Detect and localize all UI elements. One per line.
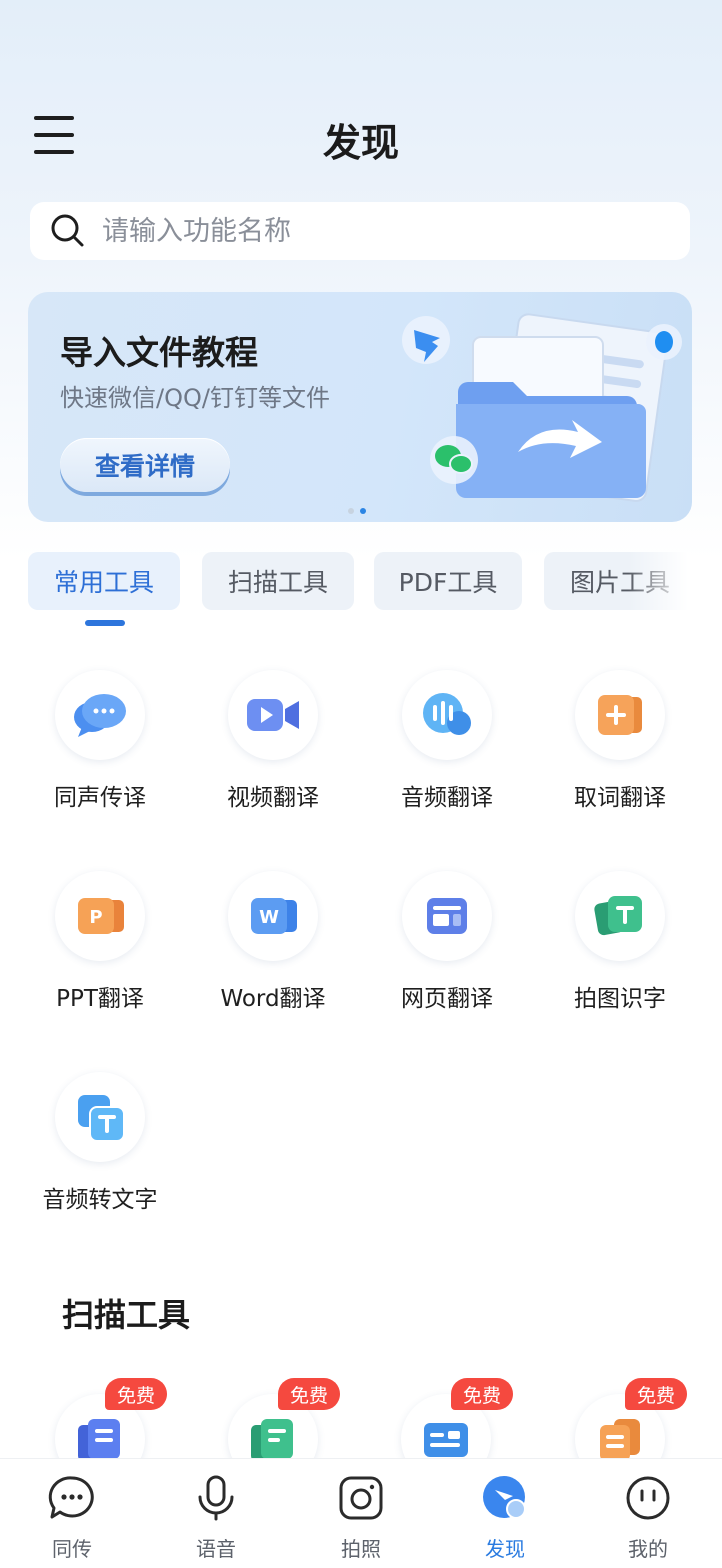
webpage-icon bbox=[427, 898, 467, 934]
tutorial-banner[interactable]: 导入文件教程 快速微信/QQ/钉钉等文件 查看详情 bbox=[28, 292, 692, 522]
header: 发现 bbox=[0, 100, 722, 176]
tool-simultaneous-interpretation[interactable]: 同声传译 bbox=[13, 670, 187, 820]
nav-item-voice[interactable]: 语音 bbox=[166, 1473, 266, 1563]
video-camera-icon bbox=[247, 699, 299, 731]
search-icon bbox=[51, 214, 84, 247]
banner-pagination bbox=[348, 508, 366, 514]
search-input[interactable] bbox=[102, 215, 642, 247]
page-title: 发现 bbox=[322, 121, 399, 165]
search-bar[interactable] bbox=[30, 202, 690, 260]
free-badge: 免费 bbox=[278, 1378, 341, 1410]
view-details-button[interactable]: 查看详情 bbox=[60, 438, 230, 492]
scan-section-title: 扫描工具 bbox=[62, 1296, 191, 1334]
tool-word-translation[interactable]: W Word翻译 bbox=[186, 871, 360, 1021]
page-dot[interactable] bbox=[348, 508, 354, 514]
nav-item-photo[interactable]: 拍照 bbox=[311, 1473, 411, 1563]
tool-label: PPT翻译 bbox=[56, 986, 144, 1012]
chat-bubbles-icon bbox=[74, 694, 126, 737]
tool-photo-text-recognition[interactable]: 拍图识字 bbox=[533, 871, 707, 1021]
tool-label: 取词翻译 bbox=[574, 785, 666, 811]
tool-label: 视频翻译 bbox=[227, 785, 319, 811]
profile-face-icon bbox=[626, 1476, 670, 1520]
tool-tabs: 常用工具 扫描工具 PDF工具 图片工具 bbox=[28, 552, 688, 632]
plus-card-icon bbox=[598, 695, 642, 735]
free-badge: 免费 bbox=[625, 1378, 688, 1410]
tool-word-pick-translation[interactable]: 取词翻译 bbox=[533, 670, 707, 820]
tabs-fade bbox=[628, 552, 688, 612]
svg-text:P: P bbox=[89, 907, 102, 928]
tool-ppt-translation[interactable]: P PPT翻译 bbox=[13, 871, 187, 1021]
svg-text:W: W bbox=[259, 907, 279, 928]
nav-label: 同传 bbox=[52, 1537, 92, 1561]
active-tab-indicator bbox=[85, 620, 125, 626]
page-dot-active[interactable] bbox=[360, 508, 366, 514]
tool-webpage-translation[interactable]: 网页翻译 bbox=[360, 871, 534, 1021]
tool-label: Word翻译 bbox=[220, 986, 326, 1012]
tool-label: 音频翻译 bbox=[401, 785, 493, 811]
nav-label: 拍照 bbox=[341, 1537, 381, 1561]
scan-tool-id-card[interactable]: 免费 bbox=[401, 1378, 521, 1484]
tool-label: 网页翻译 bbox=[401, 986, 493, 1012]
tool-label: 音频转文字 bbox=[42, 1187, 158, 1213]
nav-label: 我的 bbox=[628, 1537, 668, 1561]
audio-wave-icon bbox=[423, 693, 471, 735]
tab-scan-tools[interactable]: 扫描工具 bbox=[202, 552, 354, 610]
scan-tool-document[interactable]: 免费 bbox=[55, 1378, 175, 1484]
tab-pdf-tools[interactable]: PDF工具 bbox=[374, 552, 522, 610]
banner-subtitle: 快速微信/QQ/钉钉等文件 bbox=[60, 384, 330, 412]
microphone-icon bbox=[198, 1475, 234, 1521]
free-badge: 免费 bbox=[451, 1378, 514, 1410]
nav-item-profile[interactable]: 我的 bbox=[598, 1473, 698, 1563]
text-scan-icon bbox=[594, 896, 642, 936]
nav-label: 发现 bbox=[485, 1537, 525, 1561]
free-badge: 免费 bbox=[105, 1378, 168, 1410]
tool-label: 拍图识字 bbox=[574, 986, 666, 1012]
folder-illustration bbox=[402, 313, 682, 502]
bottom-nav: 同传 语音 拍照 发现 我的 bbox=[0, 1458, 722, 1568]
nav-item-discover[interactable]: 发现 bbox=[455, 1473, 555, 1563]
tool-video-translation[interactable]: 视频翻译 bbox=[186, 670, 360, 820]
tool-audio-translation[interactable]: 音频翻译 bbox=[360, 670, 534, 820]
tab-common-tools[interactable]: 常用工具 bbox=[28, 552, 180, 610]
banner-title: 导入文件教程 bbox=[60, 333, 258, 372]
scan-tool-receipt[interactable]: 免费 bbox=[575, 1378, 695, 1484]
tool-audio-to-text[interactable]: 音频转文字 bbox=[13, 1072, 187, 1222]
nav-item-interpretation[interactable]: 同传 bbox=[22, 1473, 122, 1563]
tool-label: 同声传译 bbox=[54, 785, 146, 811]
chat-icon bbox=[48, 1476, 94, 1519]
scan-tool-certificate[interactable]: 免费 bbox=[228, 1378, 348, 1484]
nav-label: 语音 bbox=[196, 1537, 236, 1561]
camera-icon bbox=[339, 1476, 383, 1520]
word-file-icon: W bbox=[251, 898, 297, 934]
discover-icon bbox=[483, 1476, 526, 1519]
ppt-file-icon: P bbox=[78, 898, 124, 934]
audio-to-text-icon bbox=[78, 1095, 125, 1142]
